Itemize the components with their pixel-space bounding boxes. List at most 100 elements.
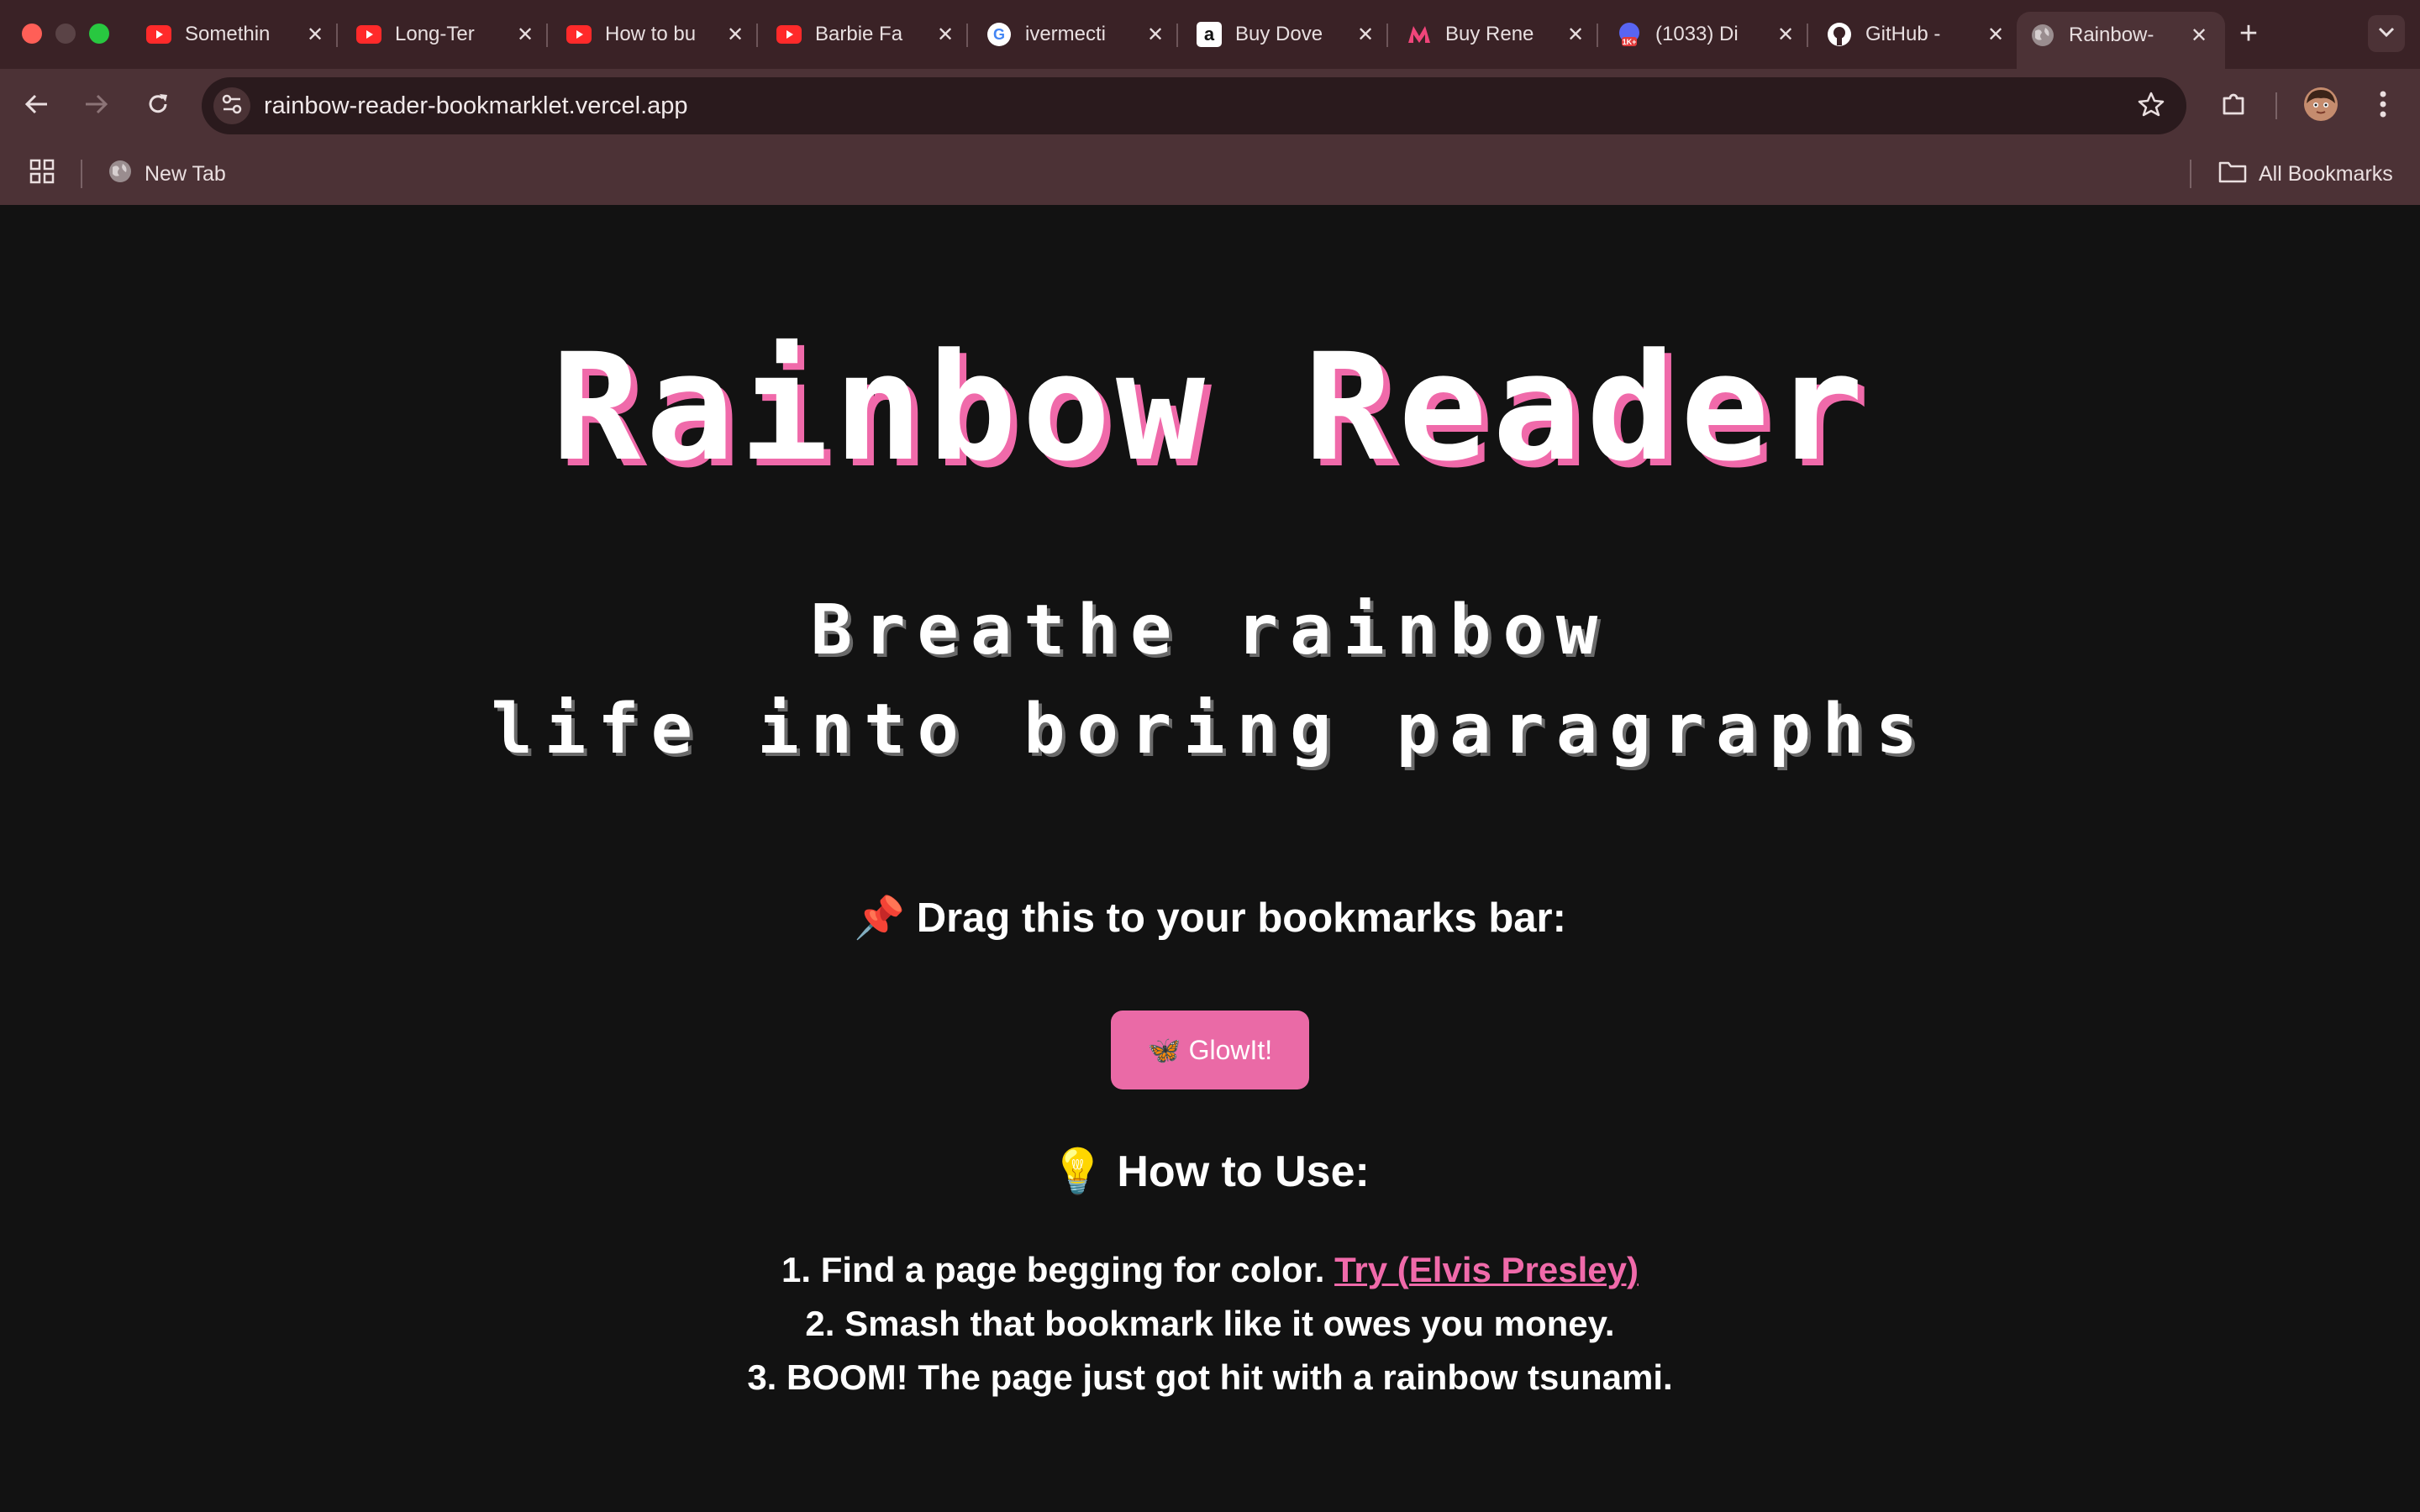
close-icon[interactable]: ✕ — [2186, 23, 2212, 48]
tab-title: Buy Rene — [1445, 23, 1534, 45]
browser-tab[interactable]: GitHub - ✕ — [1813, 12, 2022, 57]
tab-title: Rainbow- — [2069, 24, 2154, 46]
star-icon — [2138, 91, 2165, 122]
steps-list: 1. Find a page begging for color. Try (E… — [0, 1243, 2420, 1404]
amazon-icon: a — [1197, 22, 1222, 47]
youtube-icon — [356, 22, 381, 47]
reload-icon — [145, 91, 171, 122]
close-icon[interactable]: ✕ — [933, 22, 958, 47]
myntra-icon — [1407, 22, 1432, 47]
svg-text:G: G — [993, 26, 1005, 43]
tab-divider — [1386, 24, 1388, 47]
how-to-use-text: How to Use: — [1117, 1147, 1370, 1196]
page-title: Rainbow Reader — [551, 322, 1869, 494]
browser-tab[interactable]: a Buy Dove ✕ — [1183, 12, 1392, 57]
try-example-link[interactable]: Try (Elvis Presley) — [1334, 1250, 1639, 1289]
arrow-left-icon — [24, 91, 50, 122]
close-icon[interactable]: ✕ — [1353, 22, 1378, 47]
browser-menu-button[interactable] — [2363, 86, 2403, 126]
site-info-button[interactable] — [213, 87, 250, 124]
reload-button[interactable] — [138, 86, 178, 126]
tab-divider — [1807, 24, 1808, 47]
github-icon — [1827, 22, 1852, 47]
tab-divider — [756, 24, 758, 47]
close-icon[interactable]: ✕ — [302, 22, 328, 47]
new-tab-button[interactable]: + — [2230, 15, 2267, 52]
drag-instruction-heading: 📌 Drag this to your bookmarks bar: — [0, 894, 2420, 942]
close-icon[interactable]: ✕ — [1983, 22, 2008, 47]
how-to-use-heading: 💡 How to Use: — [0, 1146, 2420, 1197]
google-icon: G — [986, 22, 1012, 47]
close-icon[interactable]: ✕ — [1773, 22, 1798, 47]
browser-tab[interactable]: How to bu ✕ — [553, 12, 761, 57]
bookmarks-divider — [2190, 160, 2191, 188]
url-text[interactable]: rainbow-reader-bookmarklet.vercel.app — [264, 77, 688, 134]
step-1-text: 1. Find a page begging for color. — [781, 1250, 1325, 1289]
step-1: 1. Find a page begging for color. Try (E… — [0, 1243, 2420, 1297]
drag-instruction-text: Drag this to your bookmarks bar: — [916, 895, 1566, 941]
all-bookmarks-button[interactable]: All Bookmarks — [2218, 143, 2393, 205]
puzzle-icon — [2219, 90, 2248, 123]
browser-tab[interactable]: 1K+ (1033) Di ✕ — [1603, 12, 1812, 57]
subtitle-line-1: Breathe rainbow — [810, 591, 1610, 670]
window-minimize-button[interactable] — [55, 24, 76, 44]
globe-icon — [108, 159, 133, 190]
chevron-down-icon — [2377, 26, 2396, 42]
forward-button[interactable] — [76, 86, 116, 126]
tab-title: Somethin — [185, 23, 271, 45]
page-content: Rainbow Reader Breathe rainbow life into… — [0, 205, 2420, 1512]
browser-tab[interactable]: Long-Ter ✕ — [343, 12, 551, 57]
glowit-bookmarklet-button[interactable]: 🦋 GlowIt! — [1111, 1011, 1309, 1089]
tab-strip: Somethin ✕ Long-Ter ✕ How to bu ✕ Barbie… — [0, 0, 2420, 69]
bookmark-new-tab[interactable]: New Tab — [108, 143, 226, 205]
profile-avatar[interactable] — [2301, 86, 2341, 126]
tab-title: Buy Dove — [1235, 23, 1323, 45]
toolbar-divider — [2275, 92, 2277, 119]
bookmarks-bar: New Tab All Bookmarks — [0, 143, 2420, 205]
browser-tab[interactable]: G ivermecti ✕ — [973, 12, 1181, 57]
close-icon[interactable]: ✕ — [1563, 22, 1588, 47]
close-icon[interactable]: ✕ — [513, 22, 538, 47]
tab-title: ivermecti — [1025, 23, 1107, 45]
tab-divider — [336, 24, 338, 47]
step-3: 3. BOOM! The page just got hit with a ra… — [747, 1357, 1673, 1397]
avatar-icon — [2303, 87, 2338, 126]
page-subtitle: Breathe rainbow life into boring paragra… — [0, 581, 2420, 780]
tab-title: Barbie Fa — [815, 23, 903, 45]
pushpin-icon: 📌 — [854, 895, 906, 941]
youtube-icon — [566, 22, 592, 47]
lightbulb-icon: 💡 — [1050, 1147, 1105, 1196]
browser-tab-active[interactable]: Rainbow- ✕ — [2017, 12, 2225, 69]
bookmark-label: New Tab — [145, 161, 226, 186]
tab-title: (1033) Di — [1655, 23, 1739, 45]
browser-tab[interactable]: Buy Rene ✕ — [1393, 12, 1602, 57]
youtube-icon — [776, 22, 802, 47]
svg-text:a: a — [1204, 24, 1215, 45]
bookmark-star-button[interactable] — [2133, 87, 2170, 124]
window-close-button[interactable] — [22, 24, 42, 44]
close-icon[interactable]: ✕ — [723, 22, 748, 47]
more-vertical-icon — [2379, 90, 2387, 123]
tab-divider — [966, 24, 968, 47]
window-maximize-button[interactable] — [89, 24, 109, 44]
address-bar[interactable]: rainbow-reader-bookmarklet.vercel.app — [202, 77, 2186, 134]
all-bookmarks-label: All Bookmarks — [2259, 161, 2393, 186]
tab-divider — [546, 24, 548, 47]
tab-title: How to bu — [605, 23, 697, 45]
step-2: 2. Smash that bookmark like it owes you … — [805, 1304, 1615, 1343]
tab-title: Long-Ter — [395, 23, 475, 45]
arrow-right-icon — [82, 91, 109, 122]
bookmarks-divider — [81, 160, 82, 188]
subtitle-line-2: life into boring paragraphs — [491, 690, 1929, 769]
back-button[interactable] — [17, 86, 57, 126]
browser-toolbar: rainbow-reader-bookmarklet.vercel.app — [0, 69, 2420, 143]
extensions-button[interactable] — [2213, 86, 2254, 126]
browser-tab[interactable]: Somethin ✕ — [133, 12, 341, 57]
tune-icon — [220, 92, 244, 120]
tab-search-button[interactable] — [2368, 15, 2405, 52]
tab-divider — [1176, 24, 1178, 47]
apps-button[interactable] — [29, 143, 55, 205]
browser-tab[interactable]: Barbie Fa ✕ — [763, 12, 971, 57]
close-icon[interactable]: ✕ — [1143, 22, 1168, 47]
youtube-icon — [146, 22, 171, 47]
